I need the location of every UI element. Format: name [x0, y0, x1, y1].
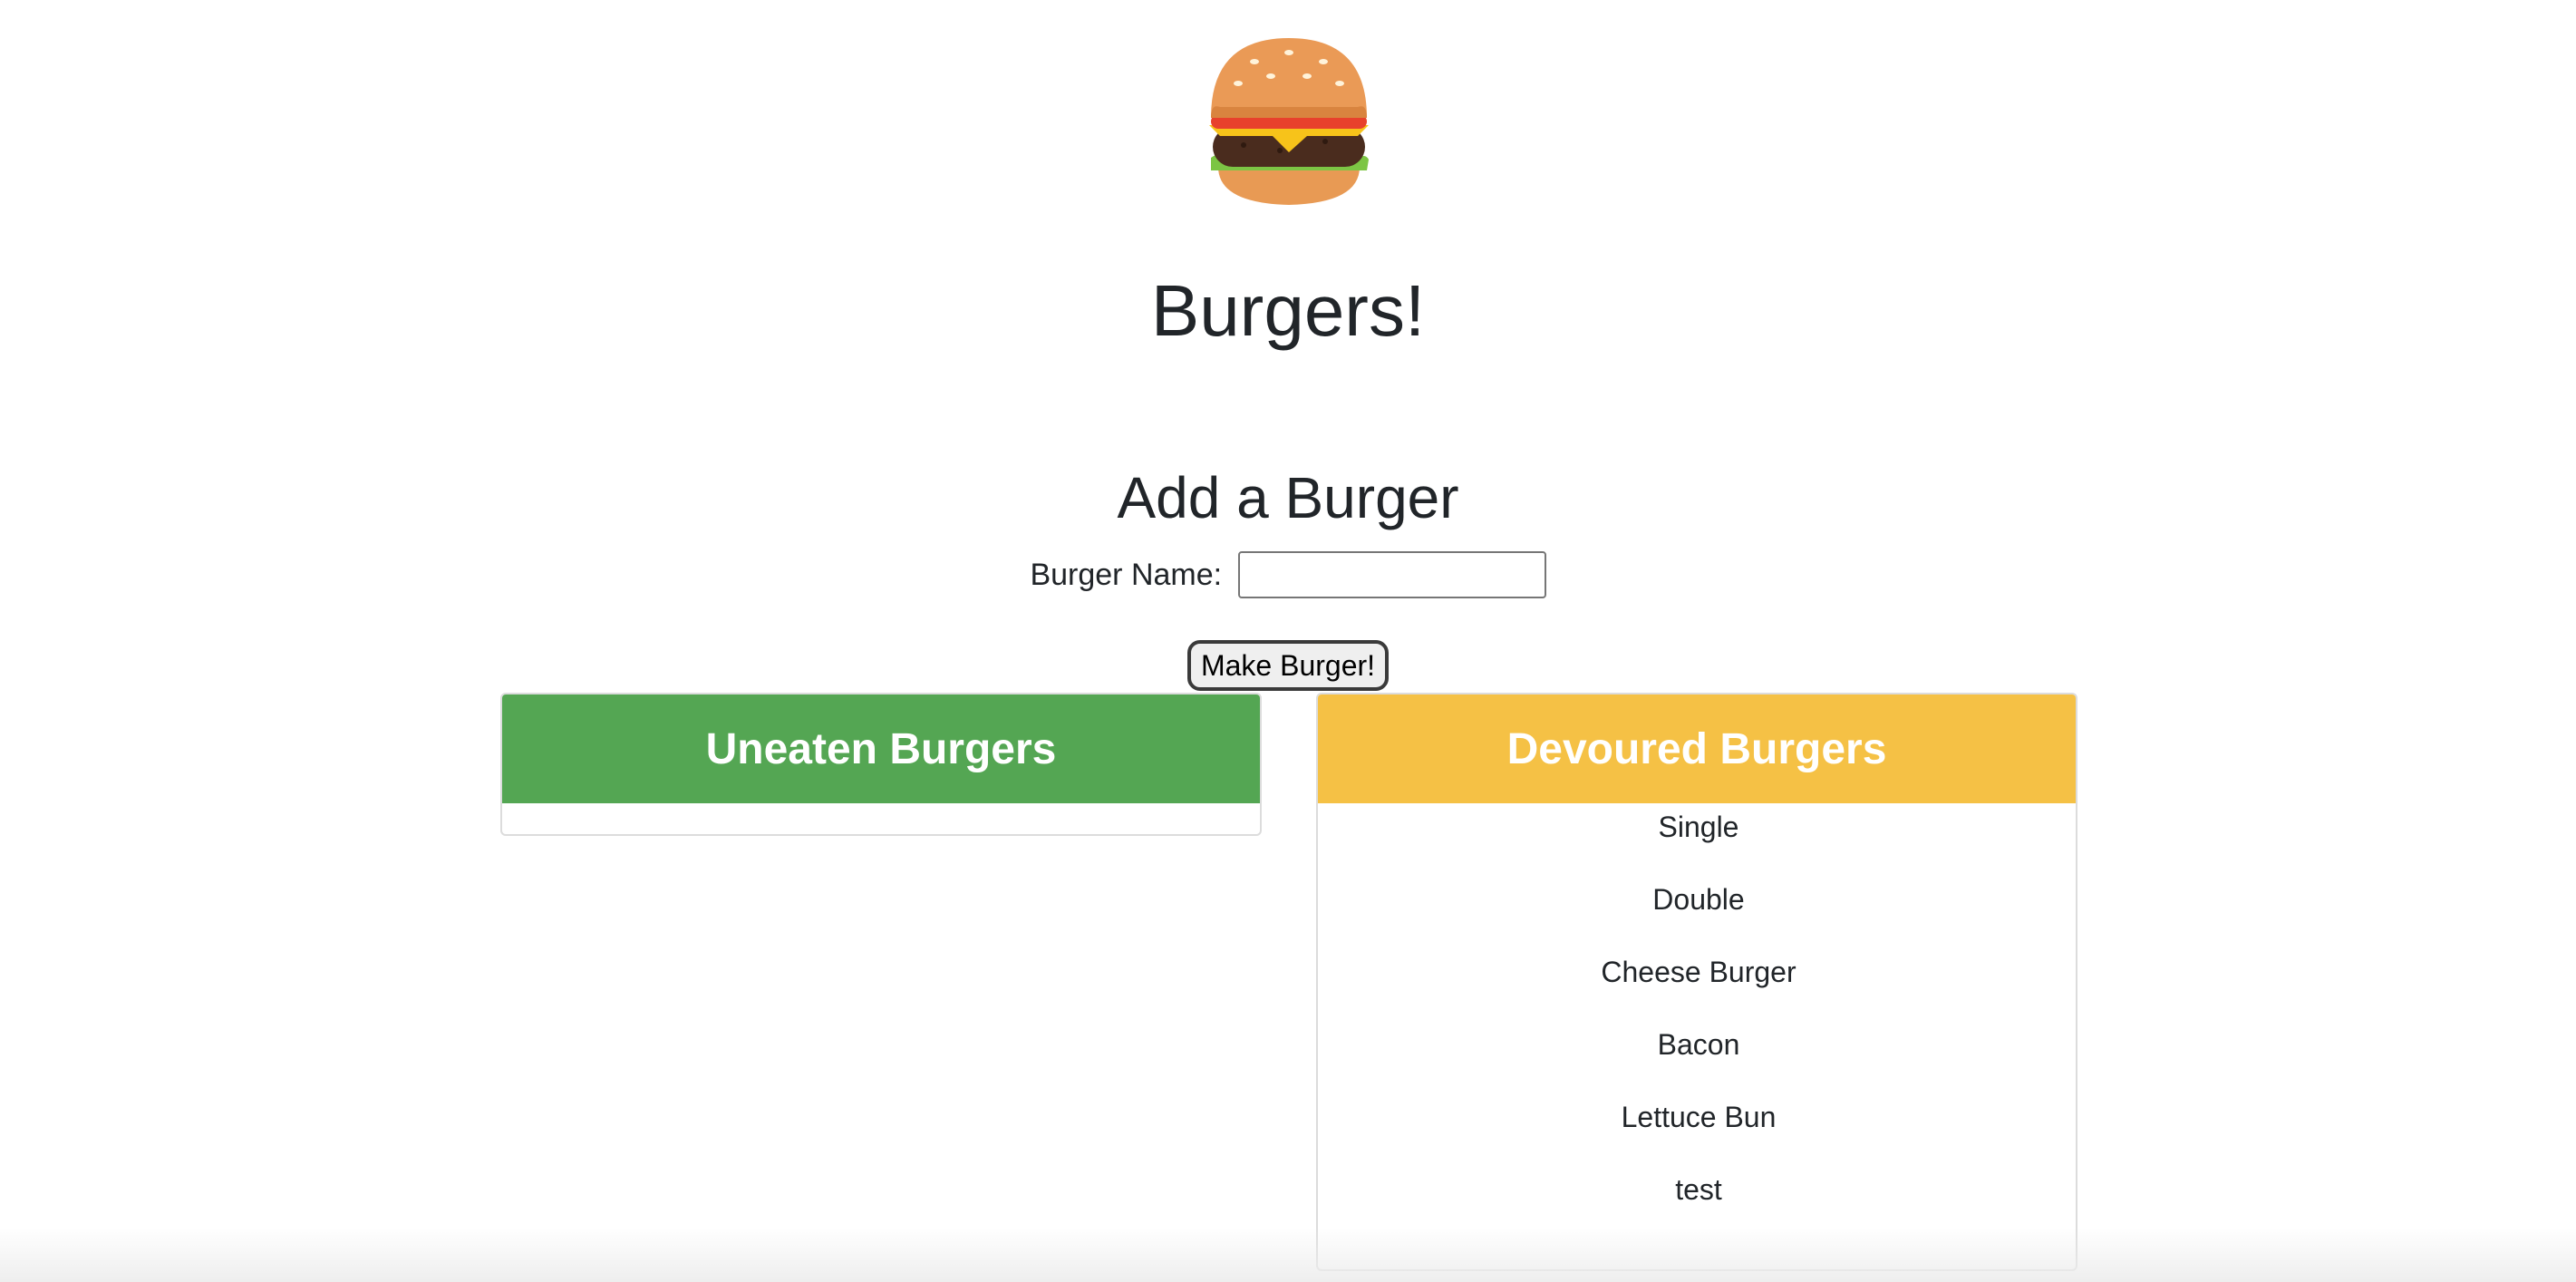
devoured-burgers-header: Devoured Burgers	[1318, 694, 2076, 803]
add-burger-heading: Add a Burger	[1117, 465, 1459, 530]
uneaten-burgers-header: Uneaten Burgers	[502, 694, 1260, 803]
burger-form: Burger Name:	[0, 546, 2576, 602]
uneaten-burgers-card: Uneaten Burgers	[500, 693, 1262, 836]
make-burger-button[interactable]: Make Burger!	[1187, 640, 1389, 691]
page: Burgers! Add a Burger Burger Name: Make …	[0, 0, 2576, 1282]
list-item: Double	[1652, 883, 1745, 916]
bottom-shadow	[0, 1228, 2576, 1282]
list-item: test	[1675, 1173, 1722, 1206]
burger-name-input[interactable]	[1237, 551, 1546, 599]
list-item: Lettuce Bun	[1621, 1101, 1777, 1133]
burger-name-label: Burger Name:	[1030, 558, 1223, 593]
page-title: Burgers!	[1150, 270, 1426, 351]
list-item: Cheese Burger	[1601, 956, 1796, 988]
list-item: Bacon	[1657, 1028, 1740, 1061]
list-item: Single	[1658, 811, 1739, 843]
devoured-burgers-card: Devoured Burgers Single Double Cheese Bu…	[1316, 693, 2077, 1271]
hamburger-icon	[1209, 38, 1369, 205]
